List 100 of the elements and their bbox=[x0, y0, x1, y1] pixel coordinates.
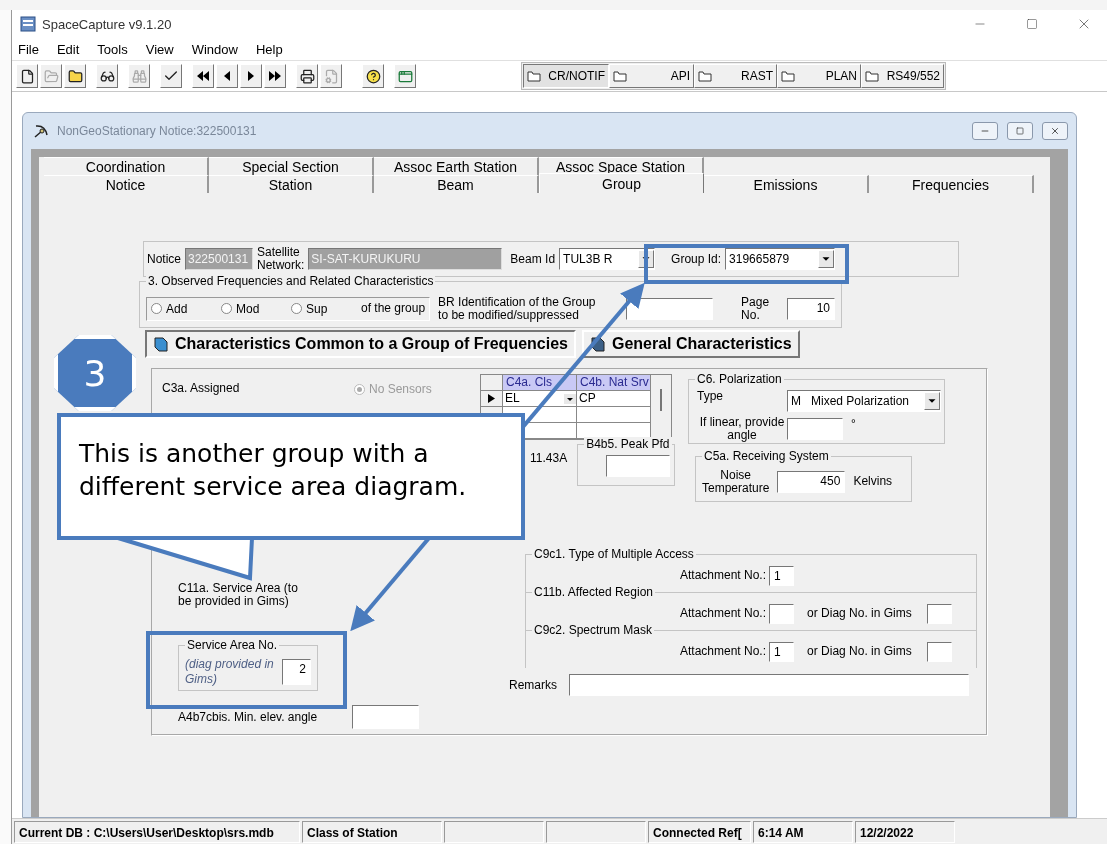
field-label: angle bbox=[726, 429, 757, 442]
section-button[interactable]: Characteristics Common to a Group of Frequencies bbox=[145, 330, 576, 358]
minimize-button[interactable] bbox=[972, 122, 998, 140]
menu-item[interactable]: Edit bbox=[54, 41, 82, 57]
field-label: Temperature bbox=[702, 481, 770, 495]
open-file-button[interactable] bbox=[40, 64, 62, 88]
field-label: Page bbox=[741, 295, 770, 309]
window-button[interactable] bbox=[394, 64, 416, 88]
close-icon bbox=[1050, 126, 1060, 136]
folder-icon bbox=[67, 68, 83, 84]
child-window-title: NonGeoStationary Notice:322500131 bbox=[57, 124, 257, 138]
help-icon bbox=[365, 68, 381, 84]
folder-icon bbox=[865, 70, 879, 82]
book-icon bbox=[153, 336, 169, 352]
peak-pfd-field[interactable] bbox=[606, 455, 671, 477]
diagram-field[interactable] bbox=[926, 642, 952, 662]
remarks-field[interactable] bbox=[569, 674, 969, 696]
toolbar-tab[interactable]: API bbox=[609, 64, 694, 88]
tab[interactable]: Assoc Earth Station bbox=[374, 157, 539, 175]
callout-text: This is another group with a different service area diagram. bbox=[79, 439, 467, 501]
field-label: Attachment No.: bbox=[680, 569, 767, 582]
attachment-field[interactable]: 1 bbox=[769, 566, 795, 586]
service-area-note: C11a. Service Area (to be provided in Gims) bbox=[178, 582, 299, 608]
group-dropdown[interactable]: 319665879 bbox=[725, 248, 836, 270]
check-button[interactable] bbox=[160, 64, 182, 88]
toolbar-tab[interactable]: RS49/552 bbox=[861, 64, 944, 88]
field-label: or Diag No. in Gims bbox=[807, 645, 912, 658]
field-label: Beam Id bbox=[510, 252, 556, 266]
status-panel: 12/2/2022 bbox=[855, 820, 955, 843]
hint-text: Gims) bbox=[185, 672, 218, 687]
unit-label: Kelvins bbox=[853, 475, 893, 488]
page-field[interactable]: 10 bbox=[787, 297, 835, 320]
folder-icon bbox=[781, 70, 795, 82]
table-cell[interactable] bbox=[577, 407, 651, 423]
attachment-field[interactable] bbox=[769, 604, 795, 624]
radio-option[interactable]: Sup bbox=[291, 301, 357, 316]
first-icon bbox=[196, 70, 210, 82]
window-title: SpaceCapture v9.1.20 bbox=[42, 16, 172, 32]
binoculars-button[interactable] bbox=[128, 64, 150, 88]
tab[interactable]: Coordination bbox=[44, 157, 209, 175]
menu-item[interactable]: Help bbox=[253, 41, 285, 57]
field-label: Group Id: bbox=[671, 252, 722, 266]
tab[interactable]: Group bbox=[539, 173, 704, 193]
beam-dropdown[interactable]: TUL3B R bbox=[559, 248, 656, 270]
section-button[interactable]: General Characteristics bbox=[581, 330, 800, 358]
toolbar-tab[interactable]: RAST bbox=[694, 64, 777, 88]
tab[interactable]: Special Section bbox=[209, 157, 374, 175]
field-label: Attachment No.: bbox=[680, 607, 767, 620]
help-button[interactable] bbox=[362, 64, 384, 88]
first-button[interactable] bbox=[192, 64, 214, 88]
menu-item[interactable]: Tools bbox=[95, 41, 130, 57]
group-legend: C9c2. Spectrum Mask bbox=[532, 623, 655, 637]
field-label: A4b7cbis. Min. elev. angle bbox=[178, 710, 319, 724]
min-elevation-field[interactable] bbox=[352, 705, 419, 729]
next-button[interactable] bbox=[240, 64, 262, 88]
service-area-field[interactable]: 2 bbox=[282, 659, 311, 685]
radio-option[interactable]: Mod bbox=[221, 301, 287, 316]
group-legend: C9c1. Type of Multiple Access bbox=[532, 547, 696, 561]
diagram-field[interactable] bbox=[926, 604, 952, 624]
page-icon bbox=[19, 68, 35, 84]
tab[interactable]: Notice bbox=[44, 175, 209, 193]
angle-field[interactable] bbox=[787, 418, 843, 440]
satellite-dish-icon bbox=[33, 123, 51, 139]
menu-item[interactable]: View bbox=[143, 41, 176, 57]
group-legend: C6. Polarization bbox=[695, 372, 784, 386]
noise-temperature-field[interactable]: 450 bbox=[777, 470, 846, 493]
notice-field: 322500131 bbox=[185, 248, 253, 270]
br-id-field[interactable] bbox=[625, 297, 714, 320]
previous-button[interactable] bbox=[216, 64, 238, 88]
tab[interactable]: Station bbox=[209, 175, 374, 193]
attachment-field[interactable]: 1 bbox=[769, 642, 795, 662]
glasses-button[interactable] bbox=[96, 64, 118, 88]
rule-reference: 11.43A bbox=[530, 452, 568, 465]
binoculars-icon bbox=[131, 68, 147, 84]
folder-icon bbox=[613, 70, 627, 82]
restore-button[interactable] bbox=[1007, 122, 1033, 140]
toolbar-tab[interactable]: CR/NOTIF bbox=[523, 64, 609, 88]
document-button[interactable] bbox=[320, 64, 342, 88]
folder-button[interactable] bbox=[64, 64, 86, 88]
field-label: Remarks bbox=[509, 678, 557, 692]
group-legend: Service Area No. bbox=[185, 638, 280, 652]
polarization-dropdown[interactable]: M Mixed Polarization bbox=[787, 390, 941, 412]
table-cell[interactable]: EL bbox=[503, 391, 577, 407]
menu-item[interactable]: File bbox=[16, 41, 41, 57]
field-label: C3a. Assigned bbox=[162, 382, 241, 395]
current-row-icon bbox=[488, 394, 495, 403]
new-file-button[interactable] bbox=[16, 64, 38, 88]
menu-item[interactable]: Window bbox=[189, 41, 240, 57]
field-label: of the group bbox=[361, 302, 426, 315]
last-button[interactable] bbox=[264, 64, 286, 88]
close-button[interactable] bbox=[1042, 122, 1068, 140]
radio-option[interactable]: Add bbox=[151, 301, 217, 316]
tab[interactable]: Frequencies bbox=[869, 175, 1034, 193]
toolbar-tab[interactable]: PLAN bbox=[777, 64, 861, 88]
tab[interactable]: Emissions bbox=[704, 175, 869, 193]
field-label: Notice bbox=[147, 252, 181, 266]
table-cell[interactable]: CP bbox=[577, 391, 651, 407]
print-button[interactable] bbox=[296, 64, 318, 88]
tab[interactable]: Beam bbox=[374, 175, 539, 193]
scrollbar-thumb[interactable] bbox=[660, 389, 662, 411]
